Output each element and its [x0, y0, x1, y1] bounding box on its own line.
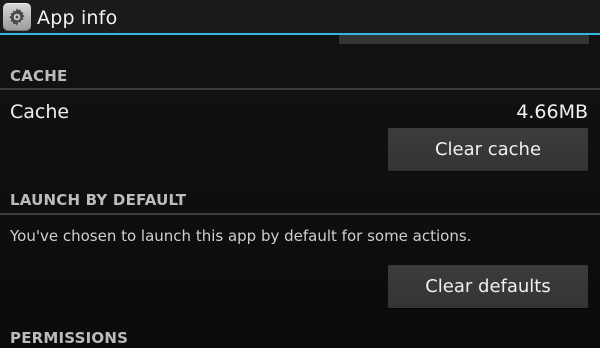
clear-defaults-button[interactable]: Clear defaults [388, 265, 588, 308]
section-divider [0, 213, 600, 215]
launch-default-description: You've chosen to launch this app by defa… [10, 227, 472, 245]
section-divider [0, 88, 600, 90]
cache-size-value: 4.66MB [516, 101, 588, 123]
action-bar: App info [0, 0, 600, 35]
gear-icon[interactable] [3, 3, 31, 31]
page-title: App info [37, 7, 118, 29]
launch-by-default-section-header: LAUNCH BY DEFAULT [10, 191, 187, 209]
cache-section-header: CACHE [10, 67, 68, 85]
app-info-screen: App info CACHE Cache 4.66MB Clear cache … [0, 0, 600, 348]
clear-cache-button[interactable]: Clear cache [388, 128, 588, 171]
previous-button-edge[interactable] [339, 35, 589, 44]
cache-label: Cache [10, 101, 70, 123]
permissions-section-header: PERMISSIONS [10, 329, 129, 347]
